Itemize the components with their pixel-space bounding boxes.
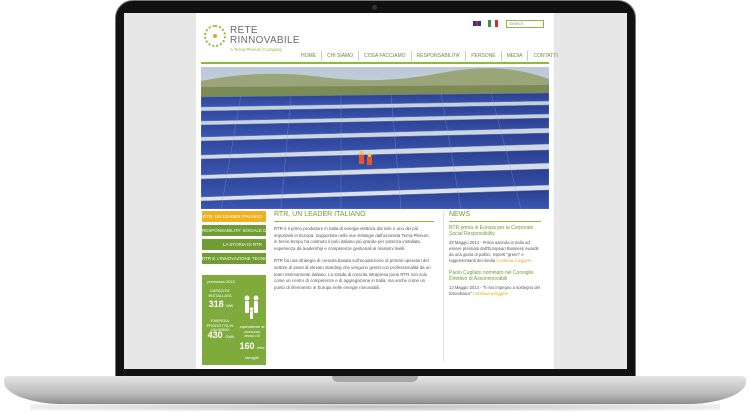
main-nav: HOME CHI SIAMO COSA FACCIAMO RESPONSABIL… xyxy=(296,51,563,61)
stats-title: premessa 2013 xyxy=(207,279,235,284)
sidebar-item-responsabilita[interactable]: RESPONSABILITA' SOCIALE D'IMPRESA xyxy=(202,225,266,236)
column-divider xyxy=(443,211,444,361)
strategy-paragraph: RTR ha una strategia di crescita basata … xyxy=(274,258,431,290)
news-body-2: 13 Maggio 2014 - "Il mio impegno a soste… xyxy=(449,285,541,297)
logo-icon[interactable] xyxy=(204,25,226,47)
news-headline-2[interactable]: Paolo Cugliato nominato nel Consiglio Di… xyxy=(449,270,541,282)
nav-home[interactable]: HOME xyxy=(296,51,322,61)
news-column: NEWS RTR prima in Europa per la Corporat… xyxy=(449,211,541,303)
nav-contatti[interactable]: CONTATTI xyxy=(528,51,562,61)
hero-solar-panels-image xyxy=(201,67,549,209)
main-content: RTR, UN LEADER ITALIANO RTR è il primo p… xyxy=(274,211,434,297)
families-value: 160 mila famiglie xyxy=(238,341,266,361)
uk-flag-icon[interactable] xyxy=(472,20,482,27)
laptop-notch xyxy=(332,376,418,382)
stats-panel: premessa 2013 CAPACITA' INSTALLATA 318 M… xyxy=(202,275,266,365)
laptop-mockup: RETE RINNOVABILE A Terna Plenum Company … xyxy=(0,0,750,413)
sidebar: RTR, UN LEADER ITALIANO RESPONSABILITA' … xyxy=(202,211,266,267)
capacity-number: 318 xyxy=(208,299,224,309)
nav-media[interactable]: MEDIA xyxy=(502,51,529,61)
page-title: RTR, UN LEADER ITALIANO xyxy=(274,211,434,222)
search-input[interactable]: Search xyxy=(506,20,544,28)
nav-divider xyxy=(201,62,549,64)
energy-unit: GWh xyxy=(225,334,235,339)
families-label: equivalente al consumo annuo di xyxy=(239,324,265,338)
logo-dot xyxy=(213,34,217,38)
nav-chi-siamo[interactable]: CHI SIAMO xyxy=(322,51,360,61)
capacity-value: 318 MW xyxy=(204,299,238,309)
read-more-link-2[interactable]: Continua a leggere xyxy=(473,291,508,296)
capacity-unit: MW xyxy=(226,303,234,308)
brand-line-2: RINNOVABILE xyxy=(230,35,300,46)
capacity-label: CAPACITA' INSTALLATA xyxy=(208,288,232,298)
site-header: RETE RINNOVABILE A Terna Plenum Company … xyxy=(196,13,558,65)
sidebar-item-innovazione[interactable]: RTR E L'INNOVAZIONE TECNOLOGICA xyxy=(202,253,266,264)
nav-cosa-facciamo[interactable]: COSA FACCIAMO xyxy=(359,51,412,61)
laptop-shadow xyxy=(30,403,720,411)
website: RETE RINNOVABILE A Terna Plenum Company … xyxy=(196,13,558,369)
intro-paragraph: RTR è il primo produttore in Italia di e… xyxy=(274,226,430,251)
laptop-screen: RETE RINNOVABILE A Terna Plenum Company … xyxy=(124,13,627,369)
nav-persone[interactable]: PERSONE xyxy=(466,51,502,61)
news-body-1: 28 Maggio 2014 - Prima azienda in Italia… xyxy=(449,240,541,264)
energy-number: 430 xyxy=(207,330,223,340)
sidebar-item-storia[interactable]: LA STORIA DI RTR xyxy=(202,239,266,250)
camera xyxy=(372,5,377,10)
energy-value: 430 GWh xyxy=(204,330,238,340)
flag-stripe-red xyxy=(494,20,498,27)
read-more-link-1[interactable]: Continua a leggere xyxy=(496,258,531,263)
news-headline-1[interactable]: RTR prima in Europa per la Corporate Soc… xyxy=(449,225,541,237)
sidebar-item-leader[interactable]: RTR, UN LEADER ITALIANO xyxy=(202,211,266,222)
family-icon xyxy=(244,295,259,319)
news-title: NEWS xyxy=(449,211,541,222)
solar-field-illustration xyxy=(201,67,549,209)
families-number: 160 xyxy=(239,341,255,351)
nav-responsabilita[interactable]: RESPONSABILITA' xyxy=(412,51,467,61)
italy-flag-icon[interactable] xyxy=(488,20,498,27)
brand-tagline: A Terna Plenum Company xyxy=(230,47,283,52)
